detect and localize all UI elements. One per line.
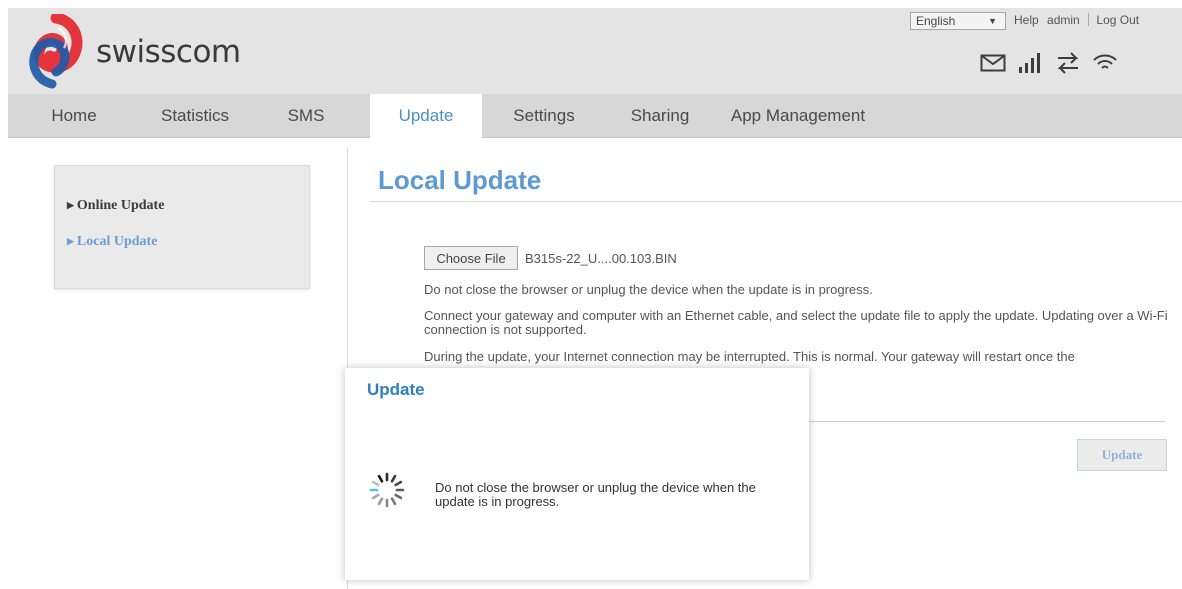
user-link[interactable]: admin (1047, 13, 1080, 27)
sidebar-item-online-update[interactable]: ▶ Online Update (67, 198, 164, 214)
help-link[interactable]: Help (1014, 13, 1039, 27)
sidebar: ▶ Online Update ▶ Local Update (54, 165, 310, 289)
dialog-message: Do not close the browser or unplug the d… (435, 480, 756, 509)
link-divider (1088, 13, 1090, 26)
update-button[interactable]: Update (1077, 439, 1167, 471)
dialog-title: Update (367, 380, 425, 399)
ethernet-instruction-text: Connect your gateway and computer with a… (424, 308, 1168, 337)
update-warning-text: Do not close the browser or unplug the d… (424, 282, 873, 297)
app-frame: swisscom English ▼ Help admin Log Out Ho… (0, 0, 1182, 589)
top-links: Help admin Log Out (1014, 13, 1144, 27)
tab-home[interactable]: Home (44, 94, 104, 138)
triangle-right-icon: ▶ (67, 200, 74, 210)
brand-name: swisscom (96, 34, 241, 70)
tab-app-management[interactable]: App Management (718, 94, 878, 138)
loading-spinner-icon (369, 472, 405, 508)
tab-update[interactable]: Update (370, 94, 482, 140)
sidebar-item-local-update[interactable]: ▶ Local Update (67, 234, 157, 250)
main-nav: Home Statistics SMS Update Settings Shar… (8, 94, 1182, 140)
triangle-right-icon: ▶ (67, 236, 74, 246)
mail-icon[interactable] (980, 54, 1006, 72)
language-value: English (916, 14, 956, 28)
sidebar-item-label: Online Update (76, 198, 165, 213)
header: swisscom English ▼ Help admin Log Out (8, 8, 1182, 94)
update-progress-dialog: Update Do not close the browser or unplu… (345, 368, 809, 580)
tab-settings[interactable]: Settings (500, 94, 588, 138)
data-transfer-icon (1057, 52, 1079, 74)
selected-file-name: B315s-22_U....00.103.BIN (525, 251, 677, 266)
tab-sms[interactable]: SMS (278, 94, 334, 138)
page-title: Local Update (378, 165, 542, 195)
tab-statistics[interactable]: Statistics (148, 94, 242, 138)
signal-icon (1019, 53, 1040, 73)
chevron-down-icon: ▼ (988, 16, 997, 26)
sidebar-item-label: Local Update (76, 234, 158, 249)
title-divider (370, 201, 1182, 202)
status-icons (980, 49, 1118, 77)
swisscom-logo-icon (29, 14, 83, 89)
interruption-notice-text: During the update, your Internet connect… (424, 349, 1075, 364)
logout-link[interactable]: Log Out (1096, 13, 1139, 27)
tab-sharing[interactable]: Sharing (620, 94, 700, 138)
choose-file-button[interactable]: Choose File (424, 246, 518, 270)
language-select[interactable]: English ▼ (910, 12, 1006, 30)
wifi-icon (1093, 54, 1117, 69)
